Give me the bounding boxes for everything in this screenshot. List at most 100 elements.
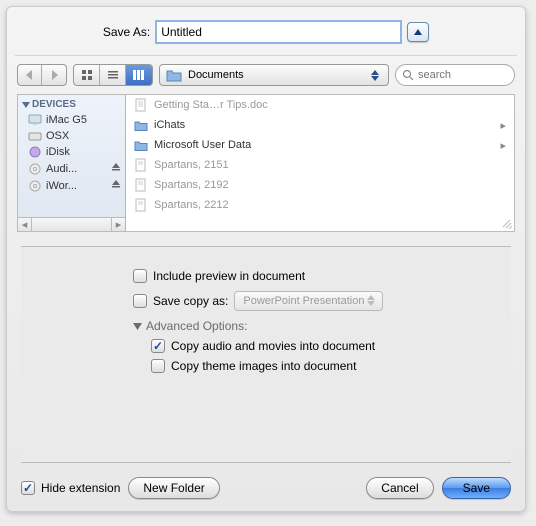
scroll-right-button[interactable]: ▸ [111, 218, 125, 231]
scroll-left-button[interactable]: ◂ [18, 218, 32, 231]
sidebar-item-label: iMac G5 [46, 114, 87, 126]
include-preview-checkbox[interactable] [133, 269, 147, 283]
chevron-left-icon [26, 70, 34, 80]
chevron-right-icon: ▸ [500, 139, 506, 152]
collapse-button[interactable] [407, 22, 429, 42]
disclosure-down-icon [133, 322, 142, 331]
sidebar-item[interactable]: iMac G5 [18, 112, 125, 128]
bottom-bar: Hide extension New Folder Cancel Save [7, 471, 525, 511]
popup-arrows-icon [368, 70, 382, 81]
list-item[interactable]: Spartans, 2212 [126, 195, 514, 215]
hd-icon [28, 130, 42, 142]
folder-icon [134, 138, 148, 152]
sidebar-item[interactable]: iDisk [18, 144, 125, 160]
sidebar-item[interactable]: Audi... [18, 160, 125, 177]
column-view: Getting Sta…r Tips.doc iChats ▸ Microsoft… [126, 95, 514, 231]
disc-icon [28, 163, 42, 175]
sidebar-item-label: Audi... [46, 163, 77, 175]
format-popup[interactable]: PowerPoint Presentation [234, 291, 383, 311]
sidebar-scrollbar[interactable]: ◂ ▸ [18, 217, 125, 231]
view-segmented [73, 64, 153, 86]
idisk-icon [28, 146, 42, 158]
list-item[interactable]: Spartans, 2192 [126, 175, 514, 195]
save-dialog: Save As: Documents [6, 6, 526, 512]
copy-theme-label: Copy theme images into document [171, 359, 356, 373]
advanced-label: Advanced Options: [146, 319, 247, 333]
document-icon [134, 158, 148, 172]
options-panel: Include preview in document Save copy as… [21, 246, 511, 463]
list-item-label: Microsoft User Data [154, 139, 251, 151]
document-icon [134, 198, 148, 212]
include-preview-row: Include preview in document [133, 269, 511, 283]
list-view-icon [107, 69, 119, 81]
sidebar-item-label: iDisk [46, 146, 70, 158]
location-label: Documents [188, 69, 244, 81]
list-item[interactable]: iChats ▸ [126, 115, 514, 135]
sidebar-item[interactable]: OSX [18, 128, 125, 144]
list-item-label: iChats [154, 119, 185, 131]
resize-handle[interactable] [500, 217, 514, 231]
cancel-button[interactable]: Cancel [366, 477, 433, 499]
sidebar-header-label: DEVICES [32, 99, 76, 110]
list-item[interactable]: Getting Sta…r Tips.doc [126, 95, 514, 115]
list-item-label: Spartans, 2151 [154, 159, 229, 171]
folder-icon [134, 118, 148, 132]
list-item-label: Spartans, 2212 [154, 199, 229, 211]
disclosure-down-icon [22, 101, 30, 109]
sidebar-header-devices[interactable]: DEVICES [18, 95, 125, 112]
eject-icon[interactable] [111, 162, 121, 175]
list-item-label: Spartans, 2192 [154, 179, 229, 191]
list-item-label: Getting Sta…r Tips.doc [154, 99, 268, 111]
copy-av-label: Copy audio and movies into document [171, 339, 375, 353]
hide-extension-label: Hide extension [41, 481, 120, 495]
saveas-input[interactable] [156, 21, 401, 43]
icon-view-icon [81, 69, 93, 81]
disc-icon [28, 180, 42, 192]
list-item[interactable]: Microsoft User Data ▸ [126, 135, 514, 155]
popup-arrows-icon [364, 295, 378, 306]
scroll-track[interactable] [32, 218, 111, 231]
copy-theme-row: Copy theme images into document [151, 359, 511, 373]
location-popup[interactable]: Documents [159, 64, 389, 86]
file-browser: DEVICES iMac G5 OSX iDisk Audi... iWor..… [17, 94, 515, 232]
save-copy-row: Save copy as: PowerPoint Presentation [133, 291, 511, 311]
sidebar-item-label: OSX [46, 130, 69, 142]
save-copy-label: Save copy as: [153, 294, 228, 308]
view-list-button[interactable] [100, 65, 126, 85]
view-icon-button[interactable] [74, 65, 100, 85]
copy-av-checkbox[interactable] [151, 339, 165, 353]
chevron-right-icon [50, 70, 58, 80]
advanced-disclosure[interactable]: Advanced Options: [133, 319, 511, 333]
hide-extension-row: Hide extension [21, 481, 120, 495]
eject-icon[interactable] [111, 179, 121, 192]
triangle-up-icon [413, 27, 423, 37]
document-icon [134, 98, 148, 112]
sidebar: DEVICES iMac G5 OSX iDisk Audi... iWor..… [18, 95, 126, 231]
nav-back-button[interactable] [18, 65, 42, 85]
advanced-options: Copy audio and movies into document Copy… [133, 339, 511, 373]
column-view-icon [132, 69, 146, 81]
hide-extension-checkbox[interactable] [21, 481, 35, 495]
include-preview-label: Include preview in document [153, 269, 305, 283]
nav-segmented [17, 64, 67, 86]
nav-forward-button[interactable] [42, 65, 66, 85]
saveas-row: Save As: [7, 7, 525, 53]
search-input[interactable] [418, 69, 498, 81]
save-copy-checkbox[interactable] [133, 294, 147, 308]
toolbar: Documents [7, 56, 525, 94]
view-columns-button[interactable] [126, 65, 152, 85]
copy-av-row: Copy audio and movies into document [151, 339, 511, 353]
search-field[interactable] [395, 64, 515, 86]
sidebar-item-label: iWor... [46, 180, 77, 192]
document-icon [134, 178, 148, 192]
save-button[interactable]: Save [442, 477, 511, 499]
saveas-label: Save As: [103, 25, 150, 39]
folder-icon [166, 68, 182, 82]
copy-theme-checkbox[interactable] [151, 359, 165, 373]
new-folder-button[interactable]: New Folder [128, 477, 219, 499]
chevron-right-icon: ▸ [500, 119, 506, 132]
search-icon [402, 69, 414, 81]
sidebar-item[interactable]: iWor... [18, 177, 125, 194]
list-item[interactable]: Spartans, 2151 [126, 155, 514, 175]
imac-icon [28, 114, 42, 126]
